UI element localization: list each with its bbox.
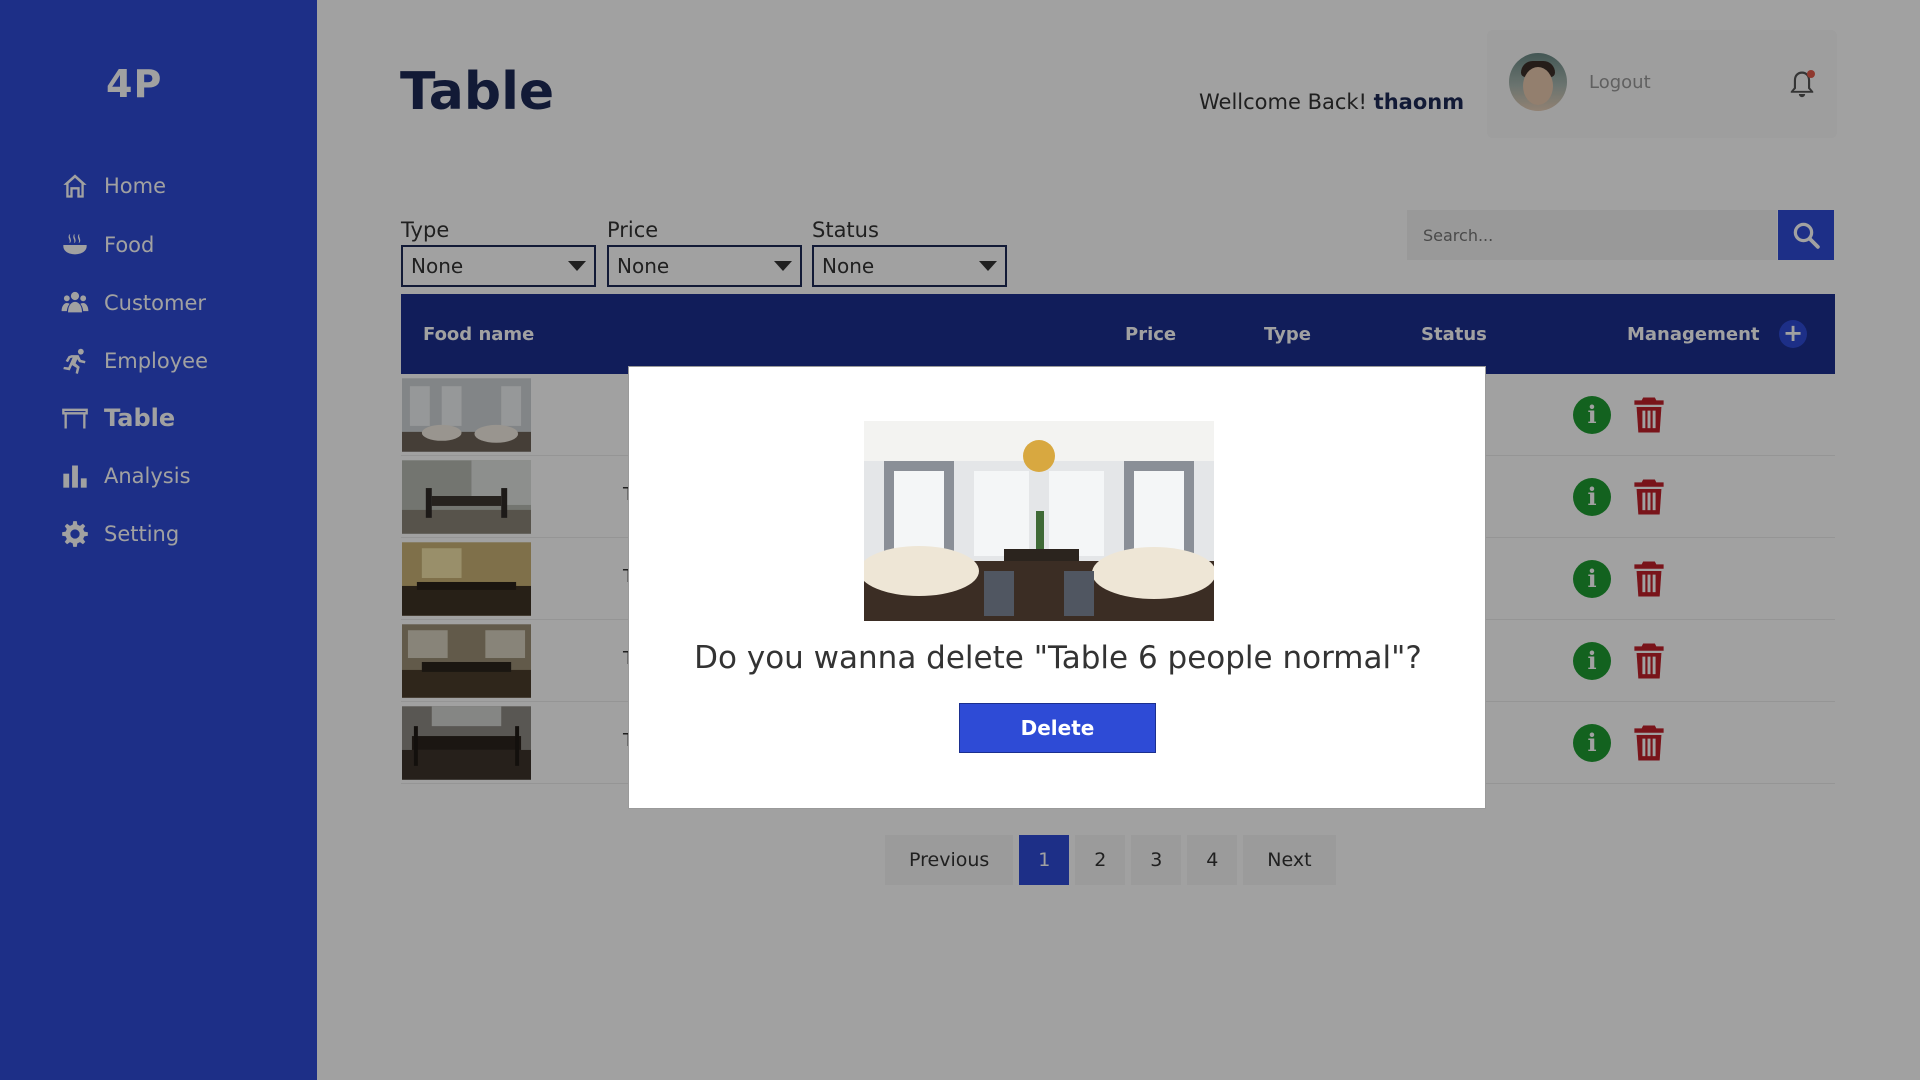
delete-confirm-message: Do you wanna delete "Table 6 people norm…	[694, 640, 1422, 676]
table-preview-image	[864, 421, 1214, 621]
delete-confirm-dialog: Do you wanna delete "Table 6 people norm…	[628, 366, 1486, 809]
confirm-delete-button[interactable]: Delete	[959, 703, 1156, 753]
